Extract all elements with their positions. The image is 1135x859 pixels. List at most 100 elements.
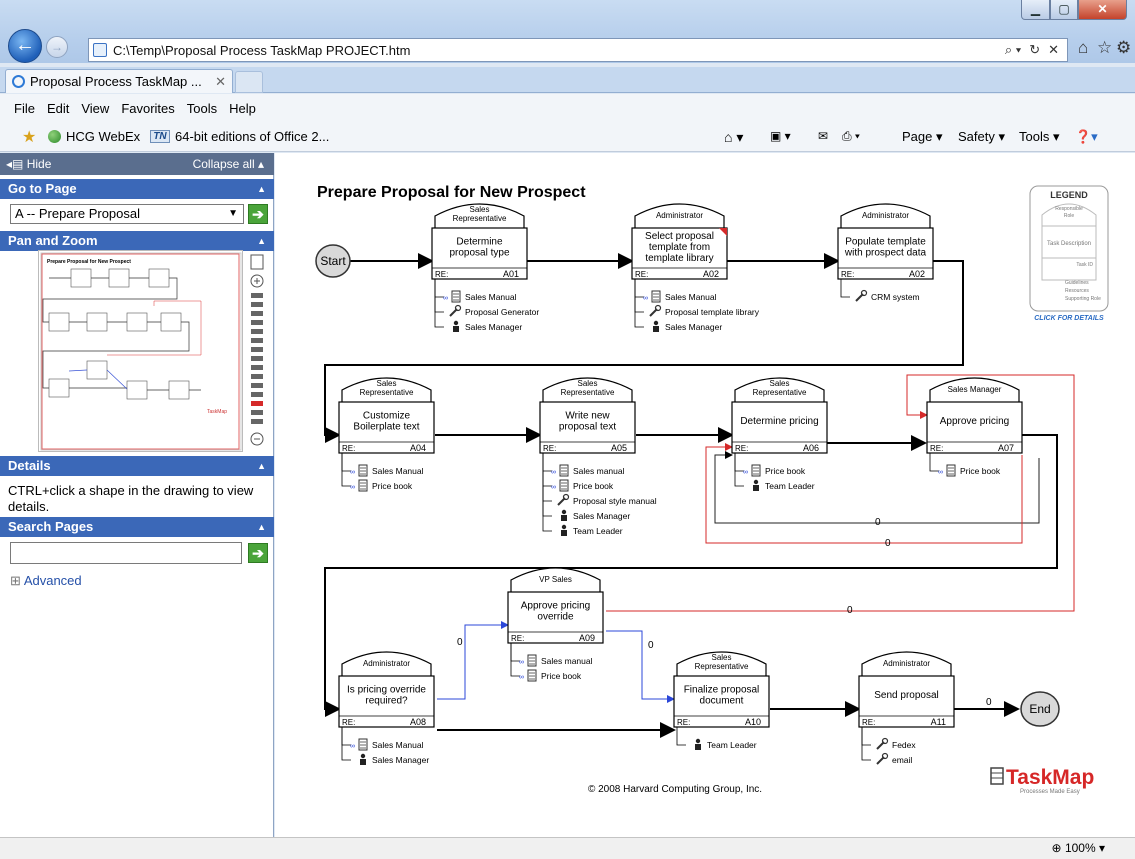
hide-toggle[interactable]: ◂▤ Hide	[6, 157, 51, 171]
resource-label[interactable]: Sales Manual	[372, 740, 424, 750]
browser-tab[interactable]: Proposal Process TaskMap ... ✕	[5, 69, 233, 93]
zoom-tick[interactable]	[251, 410, 263, 415]
pan-zoom-header[interactable]: Pan and Zoom ▲	[0, 231, 274, 251]
favorites-icon[interactable]: ★	[22, 127, 36, 147]
zoom-level[interactable]: ⊕ 100% ▾	[1052, 841, 1105, 855]
zoom-tick[interactable]	[251, 338, 263, 343]
minimize-button[interactable]: ▁	[1021, 0, 1050, 20]
goto-page-header[interactable]: Go to Page ▲	[0, 179, 274, 199]
goto-go-button[interactable]: ➔	[248, 204, 268, 224]
pan-zoom-thumbnail[interactable]: Prepare Proposal for New Prospect TaskMa…	[38, 250, 243, 452]
close-window-button[interactable]: ✕	[1078, 0, 1127, 20]
resource-label[interactable]: Fedex	[892, 740, 916, 750]
resource-label[interactable]: Sales Manual	[372, 466, 424, 476]
zoom-tick[interactable]	[251, 419, 263, 424]
resource-label[interactable]: Price book	[541, 671, 582, 681]
address-bar[interactable]: C:\Temp\Proposal Process TaskMap PROJECT…	[88, 38, 1068, 62]
resource-label[interactable]: Sales Manager	[372, 755, 429, 765]
zoom-slider[interactable]	[248, 253, 266, 449]
task-shape[interactable]: SalesRepresentative CustomizeBoilerplate …	[338, 377, 435, 492]
start-node[interactable]: Start	[315, 244, 351, 278]
new-tab-button[interactable]	[235, 71, 263, 93]
mail-icon[interactable]: ✉	[818, 129, 828, 143]
resource-label[interactable]: Team Leader	[765, 481, 815, 491]
zoom-tick[interactable]	[251, 374, 263, 379]
back-button[interactable]: ←	[8, 29, 42, 63]
stop-icon[interactable]: ✕	[1048, 42, 1059, 58]
resource-label[interactable]: Team Leader	[573, 526, 623, 536]
task-shape[interactable]: VP Sales Approve pricingoverride RE: A09 ∞ Sa…	[507, 567, 604, 682]
end-node[interactable]: End	[1020, 691, 1060, 727]
menu-tools[interactable]: Tools	[187, 101, 217, 116]
resource-label[interactable]: Price book	[372, 481, 413, 491]
resource-label[interactable]: Proposal Generator	[465, 307, 539, 317]
resource-label[interactable]: Price book	[765, 466, 806, 476]
menu-help[interactable]: Help	[229, 101, 256, 116]
task-shape[interactable]: Administrator Select proposaltemplate fro…	[631, 203, 760, 332]
task-shape[interactable]: SalesRepresentative Determineproposal typ…	[431, 203, 539, 332]
zoom-tick[interactable]	[251, 302, 263, 307]
collapse-all-button[interactable]: Collapse all ▴	[193, 157, 264, 171]
resource-label[interactable]: Sales Manual	[465, 292, 517, 302]
zoom-tick[interactable]	[251, 347, 263, 352]
page-icon[interactable]	[250, 254, 264, 270]
fav-office[interactable]: TN 64-bit editions of Office 2...	[150, 129, 329, 144]
refresh-icon[interactable]: ↻	[1029, 42, 1040, 58]
advanced-search-link[interactable]: ⊞ Advanced	[10, 573, 82, 589]
address-text[interactable]: C:\Temp\Proposal Process TaskMap PROJECT…	[113, 43, 1005, 58]
resource-label[interactable]: Sales Manager	[465, 322, 522, 332]
resource-label[interactable]: CRM system	[871, 292, 920, 302]
resource-label[interactable]: Sales Manager	[665, 322, 722, 332]
feeds-icon[interactable]: ▣ ▾	[770, 129, 791, 143]
zoom-tick[interactable]	[251, 365, 263, 370]
print-icon[interactable]: ⎙ ▾	[842, 129, 860, 144]
task-shape[interactable]: SalesRepresentative Determine pricing RE: A…	[731, 377, 828, 491]
menu-file[interactable]: File	[14, 101, 35, 116]
zoom-tick[interactable]	[251, 320, 263, 325]
task-shape[interactable]: SalesRepresentative Finalize proposaldocu…	[673, 651, 770, 750]
task-shape[interactable]: Sales Manager Approve pricing RE: A07 ∞ Price…	[926, 377, 1023, 477]
resource-label[interactable]: Price book	[573, 481, 614, 491]
zoom-tick[interactable]	[251, 392, 263, 397]
zoom-tick[interactable]	[251, 356, 263, 361]
resource-label[interactable]: Price book	[960, 466, 1001, 476]
resource-label[interactable]: email	[892, 755, 912, 765]
menu-favorites[interactable]: Favorites	[121, 101, 174, 116]
resource-label[interactable]: Sales Manager	[573, 511, 630, 521]
resource-label[interactable]: Team Leader	[707, 740, 757, 750]
zoom-tick[interactable]	[251, 383, 263, 388]
task-shape[interactable]: SalesRepresentative Write newproposal tex…	[539, 377, 657, 536]
task-shape[interactable]: Administrator Send proposal RE: A11 Fedex ema…	[858, 651, 955, 765]
tools-menu[interactable]: Tools ▾	[1019, 129, 1060, 145]
details-header[interactable]: Details ▲	[0, 456, 274, 476]
resource-label[interactable]: Proposal template library	[665, 307, 760, 317]
legend-click-for-details[interactable]: CLICK FOR DETAILS	[1034, 315, 1104, 322]
zoom-tick[interactable]	[251, 329, 263, 334]
goto-page-select[interactable]: A -- Prepare Proposal ▼	[10, 204, 244, 224]
resource-label[interactable]: Sales manual	[573, 466, 625, 476]
safety-menu[interactable]: Safety ▾	[958, 129, 1005, 145]
task-shape[interactable]: Administrator Populate templatewith prosp…	[837, 203, 934, 302]
tab-close-button[interactable]: ✕	[215, 74, 226, 90]
help-icon[interactable]: ❓▾	[1075, 129, 1098, 145]
resource-label[interactable]: Proposal style manual	[573, 496, 657, 506]
search-input[interactable]	[10, 542, 242, 564]
menu-view[interactable]: View	[81, 101, 109, 116]
legend[interactable]: LEGEND Responsible Role Task Description…	[1029, 185, 1109, 322]
task-shape[interactable]: Administrator Is pricing overriderequired…	[338, 651, 435, 765]
settings-gear-icon[interactable]: ⚙	[1116, 38, 1131, 58]
menu-edit[interactable]: Edit	[47, 101, 69, 116]
page-menu[interactable]: Page ▾	[902, 129, 943, 145]
search-go-button[interactable]: ➔	[248, 543, 268, 563]
search-dropdown-icon[interactable]: ⌕ ▾	[1005, 42, 1021, 58]
fav-hcg-webex[interactable]: HCG WebEx	[48, 129, 140, 144]
home-icon[interactable]: ⌂ ▾	[724, 129, 743, 146]
resource-label[interactable]: Sales Manual	[665, 292, 717, 302]
zoom-tick[interactable]	[251, 401, 263, 406]
forward-button[interactable]: →	[46, 36, 68, 58]
zoom-tick[interactable]	[251, 311, 263, 316]
search-pages-header[interactable]: Search Pages ▲	[0, 517, 274, 537]
home-icon[interactable]: ⌂	[1078, 38, 1088, 58]
zoom-tick[interactable]	[251, 293, 263, 298]
maximize-button[interactable]: ▢	[1050, 0, 1078, 20]
